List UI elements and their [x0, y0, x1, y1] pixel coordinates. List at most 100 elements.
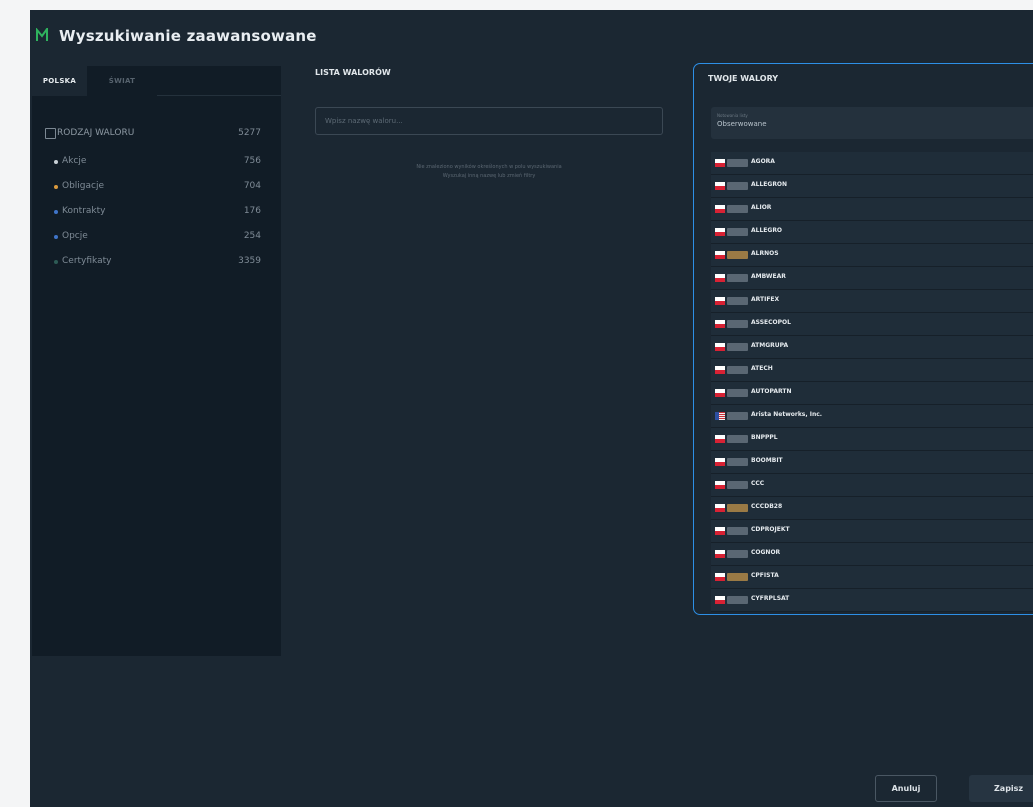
instrument-row[interactable]: ALRNOS — [711, 244, 1033, 267]
instrument-row[interactable]: CCCDB28 — [711, 497, 1033, 520]
instrument-row[interactable]: ALLEGRO — [711, 221, 1033, 244]
category-item-obligacje[interactable]: Obligacje 704 — [32, 176, 281, 198]
pl-flag-icon — [715, 251, 725, 259]
category-root-label: RODZAJ WALORU — [57, 128, 135, 138]
instrument-row[interactable]: CYFRPLSAT — [711, 589, 1033, 612]
instrument-row[interactable]: CDPROJEKT — [711, 520, 1033, 543]
instrument-name: ALRNOS — [751, 250, 779, 257]
instrument-row[interactable]: ALIOR — [711, 198, 1033, 221]
instrument-type-chip — [727, 320, 748, 328]
instrument-type-chip — [727, 251, 748, 259]
pl-flag-icon — [715, 297, 725, 305]
category-root-checkbox[interactable] — [45, 128, 56, 139]
instrument-name: Arista Networks, Inc. — [751, 411, 823, 418]
instrument-type-chip — [727, 573, 748, 581]
instrument-name: ATECH — [751, 365, 773, 372]
instrument-row[interactable]: BNPPPL — [711, 428, 1033, 451]
instrument-search-field[interactable] — [315, 107, 663, 135]
category-item-opcje[interactable]: Opcje 254 — [32, 226, 281, 248]
pl-flag-icon — [715, 228, 725, 236]
category-bullet-icon — [54, 185, 58, 189]
pl-flag-icon — [715, 389, 725, 397]
instrument-name: BOOMBIT — [751, 457, 783, 464]
instrument-type-chip — [727, 504, 748, 512]
instrument-name: ASSECOPOL — [751, 319, 791, 326]
instrument-name: CPFISTA — [751, 572, 779, 579]
category-count: 756 — [243, 156, 261, 166]
category-bullet-icon — [54, 160, 58, 164]
instrument-name: ALIOR — [751, 204, 772, 211]
category-item-kontrakty[interactable]: Kontrakty 176 — [32, 201, 281, 223]
instrument-type-chip — [727, 159, 748, 167]
app-logo-icon — [36, 28, 48, 41]
instrument-name: ALLEGRON — [751, 181, 788, 188]
pl-flag-icon — [715, 205, 725, 213]
instrument-type-chip — [727, 182, 748, 190]
us-flag-icon — [715, 412, 725, 420]
empty-state-hint: Nie znaleziono wyników określonych w pol… — [315, 163, 663, 181]
instrument-row[interactable]: AGORA — [711, 152, 1033, 175]
instrument-row[interactable]: ARTIFEX — [711, 290, 1033, 313]
instrument-list-panel: LISTA WALORÓW Nie znaleziono wyników okr… — [310, 66, 670, 266]
instrument-rows: AGORA ALLEGRON ALIOR ALLEGRO ALRNOS AMBWEAR AR… — [711, 152, 1033, 612]
pl-flag-icon — [715, 573, 725, 581]
category-label: Opcje — [62, 231, 88, 241]
instrument-type-chip — [727, 389, 748, 397]
instrument-row[interactable]: ATECH — [711, 359, 1033, 382]
instrument-type-chip — [727, 481, 748, 489]
instrument-type-chip — [727, 596, 748, 604]
instrument-name: CYFRPLSAT — [751, 595, 790, 602]
instrument-name: CCC — [751, 480, 765, 487]
instrument-row[interactable]: CPFISTA — [711, 566, 1033, 589]
tab-polska[interactable]: POLSKA — [32, 66, 87, 96]
category-count: 3359 — [238, 256, 261, 266]
category-bullet-icon — [54, 210, 58, 214]
save-button[interactable]: Zapisz — [969, 775, 1033, 802]
category-root-row[interactable]: RODZAJ WALORU 5277 — [32, 123, 281, 145]
watchlist-select-value: Obserwowane — [717, 120, 767, 128]
empty-state-line-1: Nie znaleziono wyników określonych w pol… — [416, 164, 562, 170]
category-count: 254 — [243, 231, 261, 241]
category-item-akcje[interactable]: Akcje 756 — [32, 151, 281, 173]
instrument-row[interactable]: ASSECOPOL — [711, 313, 1033, 336]
category-item-certyfikaty[interactable]: Certyfikaty 3359 — [32, 251, 281, 273]
instrument-type-chip — [727, 343, 748, 351]
category-label: Certyfikaty — [62, 256, 112, 266]
cancel-button[interactable]: Anuluj — [875, 775, 937, 802]
instrument-row[interactable]: BOOMBIT — [711, 451, 1033, 474]
pl-flag-icon — [715, 481, 725, 489]
pl-flag-icon — [715, 458, 725, 466]
instrument-name: BNPPPL — [751, 434, 778, 441]
category-count: 704 — [243, 181, 261, 191]
category-bullet-icon — [54, 260, 58, 264]
instrument-name: COGNOR — [751, 549, 781, 556]
watchlist-select[interactable]: Notowania listy Obserwowane ⌄ — [711, 107, 1033, 139]
instrument-name: AGORA — [751, 158, 775, 165]
category-root-count: 5277 — [238, 128, 261, 138]
tab-swiat[interactable]: ŚWIAT — [87, 66, 157, 96]
instrument-row[interactable]: ALLEGRON — [711, 175, 1033, 198]
instrument-type-chip — [727, 412, 748, 420]
instrument-type-chip — [727, 527, 748, 535]
category-label: Obligacje — [62, 181, 105, 191]
instrument-row[interactable]: CCC — [711, 474, 1033, 497]
instrument-type-chip — [727, 274, 748, 282]
pl-flag-icon — [715, 274, 725, 282]
instrument-name: CCCDB28 — [751, 503, 783, 510]
instrument-row[interactable]: ATMGRUPA — [711, 336, 1033, 359]
instrument-search-input[interactable] — [316, 108, 662, 134]
instrument-row[interactable]: AUTOPARTN — [711, 382, 1033, 405]
instrument-name: ARTIFEX — [751, 296, 780, 303]
instrument-row[interactable]: Arista Networks, Inc. — [711, 405, 1033, 428]
instrument-name: ALLEGRO — [751, 227, 783, 234]
category-label: Kontrakty — [62, 206, 106, 216]
pl-flag-icon — [715, 320, 725, 328]
instrument-type-chip — [727, 228, 748, 236]
instrument-row[interactable]: COGNOR — [711, 543, 1033, 566]
instrument-row[interactable]: AMBWEAR — [711, 267, 1033, 290]
instrument-list-heading: LISTA WALORÓW — [315, 68, 391, 77]
your-instruments-heading: TWOJE WALORY — [708, 74, 779, 83]
category-label: Akcje — [62, 156, 87, 166]
dialog-footer: Anuluj Zapisz — [30, 770, 1033, 807]
instrument-name: CDPROJEKT — [751, 526, 790, 533]
